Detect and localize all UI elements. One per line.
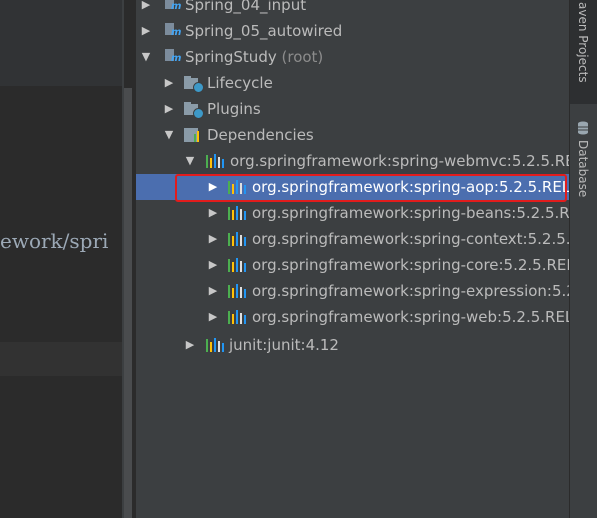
database-icon [578, 121, 588, 135]
dependencies-folder-icon [184, 127, 202, 143]
database-tab-label[interactable]: Database [576, 140, 590, 197]
tree-row-label: Lifecycle [207, 74, 273, 92]
expand-arrow-icon[interactable]: ▶ [140, 18, 152, 44]
collapse-arrow-icon[interactable]: ▼ [163, 122, 175, 148]
tree-row-label: Spring_05_autowired [185, 22, 343, 40]
editor-current-line-band [0, 342, 124, 376]
library-icon [228, 283, 246, 299]
tree-row-dependency-junit[interactable]: ▶ junit:junit:4.12 [136, 332, 569, 358]
expand-arrow-icon[interactable]: ▶ [207, 278, 219, 304]
maven-projects-tab[interactable]: aven Projects [570, 0, 597, 104]
tree-row-dependency-selected[interactable]: ▶ org.springframework:spring-aop:5.2.5.R… [136, 174, 569, 200]
tree-row-dependency[interactable]: ▶ org.springframework:spring-core:5.2.5.… [136, 252, 569, 278]
tree-row-label: org.springframework:spring-webmvc:5.2.5.… [230, 152, 569, 170]
editor-code-line: ework/spri [0, 229, 109, 253]
maven-module-icon: m [165, 49, 183, 65]
expand-arrow-icon[interactable]: ▶ [207, 304, 219, 330]
tree-row-label: org.springframework:spring-beans:5.2.5.R… [252, 204, 569, 222]
collapse-arrow-icon[interactable]: ▼ [140, 44, 152, 70]
tree-row-label: SpringStudy (root) [185, 44, 323, 70]
library-icon [206, 337, 224, 353]
plugins-folder-icon [184, 101, 204, 119]
editor-pane[interactable]: ework/spri [0, 0, 124, 518]
tree-row-dependency[interactable]: ▶ org.springframework:spring-web:5.2.5.R… [136, 304, 569, 330]
tree-row-springstudy-root[interactable]: ▼ m SpringStudy (root) [136, 44, 569, 70]
library-icon [228, 257, 246, 273]
library-icon [228, 205, 246, 221]
library-icon [228, 179, 246, 195]
expand-arrow-icon[interactable]: ▶ [163, 96, 175, 122]
expand-arrow-icon[interactable]: ▶ [207, 174, 219, 200]
tree-row-label: org.springframework:spring-core:5.2.5.RE… [252, 256, 569, 274]
maven-module-icon: m [165, 0, 183, 13]
tree-row-plugins[interactable]: ▶ Plugins [136, 96, 569, 122]
tree-row-spring-05-autowired[interactable]: ▶ m Spring_05_autowired [136, 18, 569, 44]
root-suffix: (root) [281, 48, 324, 66]
tree-row-dependency[interactable]: ▶ org.springframework:spring-beans:5.2.5… [136, 200, 569, 226]
editor-scrollbar[interactable] [124, 88, 132, 518]
lifecycle-folder-icon [184, 75, 204, 93]
tree-row-dependency[interactable]: ▼ org.springframework:spring-webmvc:5.2.… [136, 148, 569, 174]
tree-row-dependency[interactable]: ▶ org.springframework:spring-expression:… [136, 278, 569, 304]
expand-arrow-icon[interactable]: ▶ [140, 0, 152, 18]
expand-arrow-icon[interactable]: ▶ [207, 252, 219, 278]
expand-arrow-icon[interactable]: ▶ [207, 200, 219, 226]
library-icon [228, 309, 246, 325]
expand-arrow-icon[interactable]: ▶ [184, 332, 196, 358]
expand-arrow-icon[interactable]: ▶ [163, 70, 175, 96]
tree-row-label: Spring_04_input [185, 0, 307, 14]
tree-row-spring-04-input[interactable]: ▶ m Spring_04_input [136, 0, 569, 18]
maven-module-icon: m [165, 23, 183, 39]
tree-row-label: org.springframework:spring-context:5.2.5… [252, 230, 569, 248]
expand-arrow-icon[interactable]: ▶ [207, 226, 219, 252]
right-tool-window-bar: aven Projects Database [569, 0, 597, 518]
module-name: SpringStudy [185, 48, 277, 66]
tree-row-label: org.springframework:spring-aop:5.2.5.REL… [252, 178, 569, 196]
library-icon [228, 231, 246, 247]
collapse-arrow-icon[interactable]: ▼ [184, 148, 196, 174]
maven-projects-tab-label: aven Projects [576, 2, 590, 83]
library-icon [206, 153, 224, 169]
tree-row-dependencies[interactable]: ▼ Dependencies [136, 122, 569, 148]
tree-row-label: Dependencies [207, 126, 314, 144]
editor-gutter-band [0, 0, 124, 86]
tree-row-label: Plugins [207, 100, 261, 118]
tree-row-lifecycle[interactable]: ▶ Lifecycle [136, 70, 569, 96]
tree-row-dependency[interactable]: ▶ org.springframework:spring-context:5.2… [136, 226, 569, 252]
maven-project-tree: ▶ m Spring_04_input ▶ m Spring_05_autowi… [136, 0, 569, 518]
tree-row-label: junit:junit:4.12 [229, 336, 339, 354]
tree-row-label: org.springframework:spring-expression:5.… [252, 282, 569, 300]
tree-row-label: org.springframework:spring-web:5.2.5.REL… [252, 308, 569, 326]
